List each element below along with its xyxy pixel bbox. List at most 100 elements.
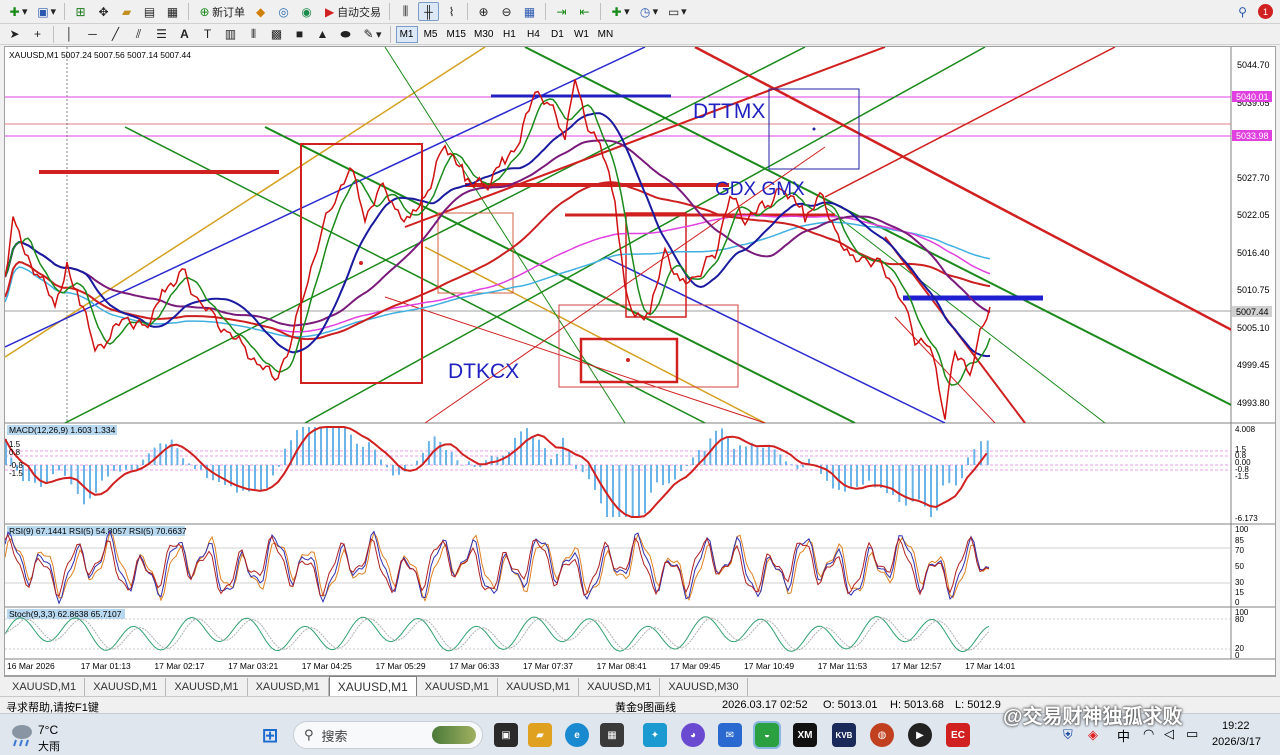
rectangle-tool[interactable]: ■ [289, 25, 310, 44]
bar-chart-button[interactable]: ⫼ [395, 2, 416, 21]
chart-tab[interactable]: XAUUSD,M1 [248, 678, 329, 696]
grid-tool[interactable]: ▩ [266, 25, 287, 44]
text-tool[interactable]: A [174, 25, 195, 44]
kvb-app-icon[interactable]: KVB [832, 723, 856, 747]
templates-button[interactable]: ▭ ▾ [663, 2, 690, 21]
macd-histogram-bar [785, 461, 787, 465]
metaeditor-button[interactable]: ◆ [250, 2, 271, 21]
ec-app-icon[interactable]: EC [946, 723, 970, 747]
macd-histogram-bar [762, 447, 765, 465]
annotation-gdx-gmx: GDX GMX [715, 179, 805, 200]
timeframe-w1[interactable]: W1 [570, 26, 592, 43]
navigator-button[interactable]: ▰ [116, 2, 137, 21]
app-icon-dark[interactable]: ▶ [908, 723, 932, 747]
fibonacci-tool[interactable]: ☰ [151, 25, 172, 44]
chart-window[interactable]: DTTMX GDX GMX DTKCX XAUUSD,M1 5007.24 50… [4, 46, 1276, 676]
chart-tab-active[interactable]: XAUUSD,M1 [328, 676, 417, 696]
arrows-tool[interactable]: ✎ ▾ [358, 25, 385, 44]
profiles-icon: ▣ [37, 4, 49, 19]
timeframe-m15[interactable]: M15 [444, 26, 469, 43]
timeframe-m5[interactable]: M5 [420, 26, 442, 43]
chart-tab[interactable]: XAUUSD,M30 [660, 678, 748, 696]
search-placeholder: 搜索 [321, 728, 348, 744]
macd-histogram-bar [745, 446, 747, 465]
mail-icon[interactable]: ✉ [718, 723, 742, 747]
zoom-in-button[interactable]: ⊕ [473, 2, 494, 21]
clock-date[interactable]: 2026/3/17 [1212, 736, 1261, 748]
time-label: 17 Mar 11:53 [818, 661, 868, 671]
macd-histogram-bar [674, 465, 676, 480]
profiles-button[interactable]: ▣ ▾ [33, 2, 60, 21]
chart-tab[interactable]: XAUUSD,M1 [417, 678, 498, 696]
new-order-button[interactable]: ⊕ 新订单 [194, 2, 248, 21]
autoscroll-button[interactable]: ⇥ [551, 2, 572, 21]
new-chart-button[interactable]: ✚ ▾ [4, 2, 31, 21]
price-label: 5022.05 [1237, 210, 1270, 220]
app-icon[interactable]: ◕ [681, 723, 705, 747]
crosshair-tool[interactable]: + [27, 25, 48, 44]
wechat-icon[interactable]: ◒ [753, 721, 781, 749]
candlestick-button[interactable]: ╫ [418, 2, 440, 21]
chart-tab[interactable]: XAUUSD,M1 [166, 678, 248, 696]
timeframe-h4[interactable]: H4 [522, 26, 544, 43]
macd-histogram-bar [850, 465, 852, 488]
rsi-scale-label: 30 [1235, 578, 1244, 587]
tray-app-icon[interactable]: ◈ [1088, 727, 1098, 743]
terminal-button[interactable]: ▤ [139, 2, 160, 21]
battery-icon[interactable]: ▭ [1186, 726, 1198, 742]
market-button[interactable]: ◉ [296, 2, 317, 21]
xm-app-icon[interactable]: XM [793, 723, 817, 747]
timeframe-h1[interactable]: H1 [498, 26, 520, 43]
vertical-line-tool[interactable]: │ [59, 25, 80, 44]
timeframe-d1[interactable]: D1 [546, 26, 568, 43]
fib-fan-tool[interactable]: ▥ [220, 25, 241, 44]
search-button[interactable]: ⚲ [1232, 2, 1253, 21]
timeframe-m30[interactable]: M30 [471, 26, 496, 43]
market-watch-button[interactable]: ⊞ [70, 2, 91, 21]
task-view-icon[interactable]: ▣ [494, 723, 518, 747]
defender-icon[interactable]: ⛨ [1063, 727, 1073, 743]
chart-tab[interactable]: XAUUSD,M1 [498, 678, 580, 696]
channel-tool[interactable]: ⫽ [128, 25, 149, 44]
chart-shift-button[interactable]: ⇤ [574, 2, 595, 21]
chart-tab[interactable]: XAUUSD,M1 [85, 678, 167, 696]
horizontal-line-tool[interactable]: ─ [82, 25, 103, 44]
chart-tab[interactable]: XAUUSD,M1 [4, 678, 86, 696]
windows-start-icon[interactable]: ⊞ [258, 723, 282, 747]
line-chart-button[interactable]: ⌇ [441, 2, 462, 21]
stoch-scale-label: 0 [1235, 651, 1240, 660]
cursor-tool[interactable]: ➤ [4, 25, 25, 44]
clock-time[interactable]: 19:22 [1222, 720, 1250, 732]
chart-canvas[interactable]: DTTMX GDX GMX DTKCX XAUUSD,M1 5007.24 50… [5, 47, 1275, 675]
indicators-button[interactable]: ✚ ▾ [606, 2, 633, 21]
notifications-button[interactable]: 1 [1255, 2, 1276, 21]
weather-temp: 7°C [38, 723, 59, 737]
triangle-tool[interactable]: ▲ [312, 25, 333, 44]
zoom-out-button[interactable]: ⊖ [496, 2, 517, 21]
trendline-tool[interactable]: ╱ [105, 25, 126, 44]
feishu-icon[interactable]: ✦ [643, 723, 667, 747]
macd-histogram-bar [46, 465, 48, 484]
label-tool[interactable]: T [197, 25, 218, 44]
tile-windows-button[interactable]: ▦ [519, 2, 540, 21]
store-icon[interactable]: ▦ [600, 723, 624, 747]
macd-left-label: -1.5 [9, 469, 23, 478]
chart-tab[interactable]: XAUUSD,M1 [579, 678, 661, 696]
timeframe-m1[interactable]: M1 [395, 25, 418, 43]
signals-button[interactable]: ◎ [273, 2, 294, 21]
strategy-tester-button[interactable]: ▦ [162, 2, 183, 21]
timeframe-mn[interactable]: MN [594, 26, 616, 43]
macd-histogram-bar [266, 465, 268, 488]
taskbar-search[interactable]: ⚲ 搜索 [293, 721, 483, 749]
auto-trading-button[interactable]: ▶ 自动交易 [319, 2, 384, 21]
weather-icon[interactable] [8, 720, 36, 748]
periods-button[interactable]: ◷ ▾ [635, 2, 662, 21]
ellipse-tool[interactable]: ⬬ [335, 25, 356, 44]
time-label: 17 Mar 08:41 [597, 661, 647, 671]
edge-browser-icon[interactable]: e [565, 723, 589, 747]
data-window-button[interactable]: ✥ [93, 2, 114, 21]
status-datetime: 2026.03.17 02:52 [722, 699, 808, 711]
file-explorer-icon[interactable]: ▰ [528, 723, 552, 747]
app-icon-red[interactable]: ◍ [870, 723, 894, 747]
gann-tool[interactable]: ⫴ [243, 25, 264, 44]
